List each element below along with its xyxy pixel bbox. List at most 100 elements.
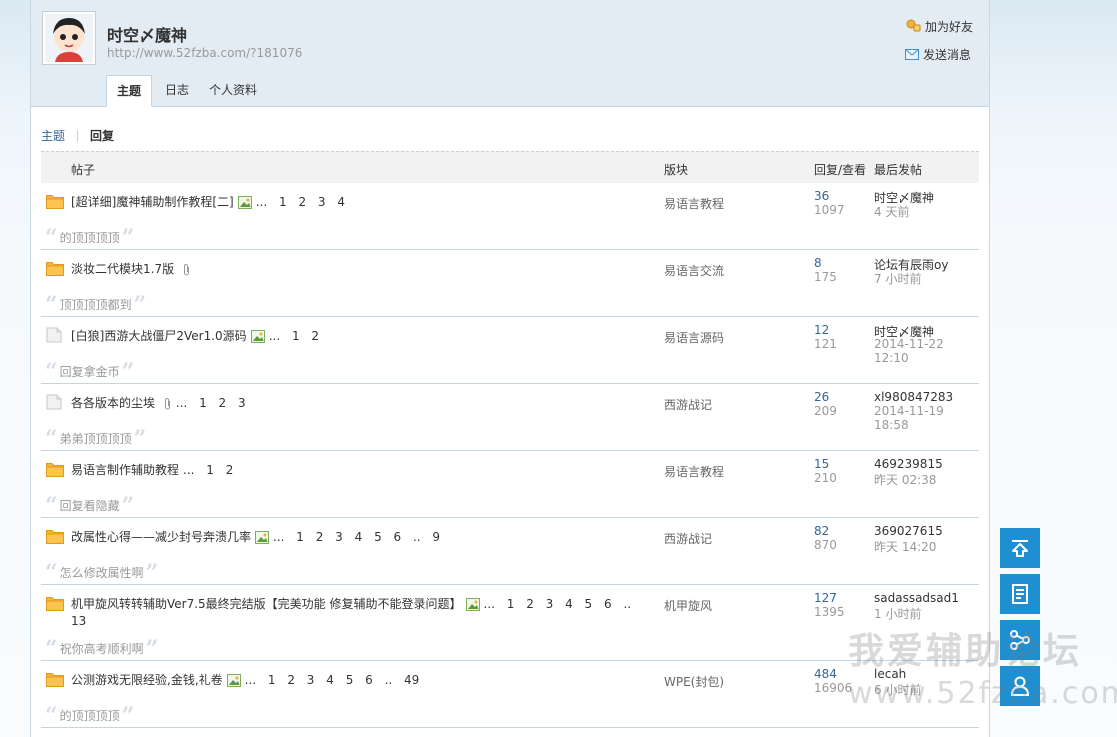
table-row: 各各版本的尘埃 ... 1 2 3 西游战记 26 209 xl980847283 201… <box>41 384 979 451</box>
thread-replies[interactable]: 82 <box>814 524 829 538</box>
add-friend-button[interactable]: 加为好友 <box>905 16 973 36</box>
open-quote-icon: “ <box>45 425 58 452</box>
thread-pages[interactable]: ... 1 2 3 <box>176 396 246 410</box>
image-attachment-icon <box>255 531 270 544</box>
thread-pages[interactable]: ... 1 2 3 4 <box>256 195 345 209</box>
thread-title-cell[interactable]: 各各版本的尘埃 ... 1 2 3 <box>71 395 641 412</box>
reply-quote: “回复拿金币” <box>45 358 135 385</box>
header-forum: 版块 <box>664 163 689 177</box>
reply-quote-text: 祝你高考顺利啊 <box>59 642 144 656</box>
folder-icon <box>46 597 64 611</box>
thread-replies[interactable]: 127 <box>814 591 837 605</box>
watermark-title: 我爱辅助论坛 <box>848 631 1083 672</box>
reply-quote-text: 的顶顶顶顶 <box>59 709 120 723</box>
thread-forum[interactable]: 易语言教程 <box>664 195 724 212</box>
thread-last-user[interactable]: 469239815 <box>874 457 943 471</box>
thread-forum[interactable]: 易语言源码 <box>664 329 724 346</box>
avatar[interactable] <box>42 11 96 65</box>
thread-forum[interactable]: 易语言教程 <box>664 463 724 480</box>
header-post: 帖子 <box>71 163 96 177</box>
thread-title[interactable]: [超详细]魔神辅助制作教程[二] <box>71 195 234 209</box>
image-attachment-icon <box>237 196 252 209</box>
subnav-replies-link[interactable]: 回复 <box>90 127 114 144</box>
add-friend-label: 加为好友 <box>924 19 973 34</box>
image-attachment-icon <box>226 674 241 687</box>
thread-last-user[interactable]: sadassadsad1 <box>874 591 959 605</box>
reply-quote: “回复看隐藏” <box>45 492 134 519</box>
reply-quote: “弟弟顶顶顶顶” <box>45 425 147 452</box>
open-quote-icon: “ <box>45 291 58 318</box>
thread-title-cell[interactable]: [白狼]西游大战僵尸2Ver1.0源码 ... 1 2 <box>71 328 641 345</box>
thread-title[interactable]: 淡妆二代模块1.7版 <box>71 262 174 276</box>
close-quote-icon: ” <box>133 291 147 318</box>
thread-pages[interactable]: ... 1 2 3 4 5 6 .. 49 <box>245 673 420 687</box>
close-quote-icon: ” <box>133 425 147 452</box>
thread-forum[interactable]: 机甲旋风 <box>664 597 712 614</box>
folder-icon <box>46 673 64 687</box>
reply-quote: “祝你高考顺利啊” <box>45 638 158 660</box>
image-attachment-icon <box>465 598 480 611</box>
thread-title-cell[interactable]: 易语言制作辅助教程 ... 1 2 <box>71 462 641 479</box>
thread-status-icon <box>46 327 64 346</box>
table-row: 改属性心得——减少封号奔溃几率 ... 1 2 3 4 5 6 .. 9 西游战记 8… <box>41 518 979 585</box>
tab-topics[interactable]: 主题 <box>106 75 153 107</box>
thread-title-cell[interactable]: [超详细]魔神辅助制作教程[二] ... 1 2 3 4 <box>71 194 641 211</box>
thread-title[interactable]: [白狼]西游大战僵尸2Ver1.0源码 <box>71 329 247 343</box>
thread-replies[interactable]: 484 <box>814 667 837 681</box>
thread-forum[interactable]: WPE(封包) <box>664 673 724 690</box>
folder-icon <box>46 262 64 276</box>
thread-pages[interactable]: ... 1 2 <box>269 329 319 343</box>
thread-forum[interactable]: 西游战记 <box>664 530 712 547</box>
thread-status-icon <box>46 193 64 212</box>
thread-title-cell[interactable]: 公测游戏无限经验,金钱,礼卷 ... 1 2 3 4 5 6 .. 49 <box>71 672 641 689</box>
open-quote-icon: “ <box>45 492 58 519</box>
profile-tabs: 主题 日志 个人资料 <box>106 75 267 107</box>
open-quote-icon: “ <box>45 559 58 586</box>
document-button[interactable] <box>1000 574 1040 614</box>
add-friend-icon <box>906 19 921 32</box>
thread-forum[interactable]: 西游战记 <box>664 396 712 413</box>
image-attachment-icon <box>250 330 265 343</box>
thread-forum[interactable]: 易语言交流 <box>664 262 724 279</box>
thread-replies[interactable]: 36 <box>814 189 829 203</box>
close-quote-icon: ” <box>121 358 135 385</box>
user-url[interactable]: http://www.52fzba.com/?181076 <box>107 46 302 60</box>
reply-quote-text: 怎么修改属性啊 <box>59 566 144 580</box>
back-to-top-button[interactable] <box>1000 528 1040 568</box>
thread-title[interactable]: 改属性心得——减少封号奔溃几率 <box>71 530 251 544</box>
thread-last-user[interactable]: xl980847283 <box>874 390 953 404</box>
reply-quote: “的顶顶顶顶” <box>45 224 134 251</box>
thread-pages[interactable]: ... 1 2 3 4 5 6 .. 9 <box>273 530 440 544</box>
open-quote-icon: “ <box>45 224 58 251</box>
thread-replies[interactable]: 8 <box>814 256 822 270</box>
thread-title-cell[interactable]: 机甲旋风转转辅助Ver7.5最终完结版【完美功能 修复辅助不能登录问题】... … <box>71 596 641 630</box>
thread-replies[interactable]: 15 <box>814 457 829 471</box>
username: 时空〆魔神 <box>107 26 188 45</box>
reply-quote: “顶顶顶顶都到” <box>45 291 147 318</box>
open-quote-icon: “ <box>45 702 58 729</box>
thread-title[interactable]: 各各版本的尘埃 <box>71 396 155 410</box>
thread-replies[interactable]: 12 <box>814 323 829 337</box>
folder-icon <box>46 530 64 544</box>
tab-profile[interactable]: 个人资料 <box>199 75 267 107</box>
thread-replies[interactable]: 26 <box>814 390 829 404</box>
thread-status-icon <box>46 260 64 279</box>
thread-pages[interactable]: ... 1 2 <box>183 463 233 477</box>
thread-list: [超详细]魔神辅助制作教程[二]... 1 2 3 4 易语言教程 36 1097 时空… <box>41 183 979 728</box>
thread-last-time: 7 小时前 <box>874 272 922 286</box>
tab-blog[interactable]: 日志 <box>155 75 199 107</box>
thread-status-icon <box>46 394 64 413</box>
read-thread-icon <box>46 394 62 410</box>
thread-last-time: 昨天 14:20 <box>874 540 937 554</box>
subnav-topics-link[interactable]: 主题 <box>41 127 65 144</box>
thread-status-icon <box>46 461 64 480</box>
thread-title-cell[interactable]: 改属性心得——减少封号奔溃几率 ... 1 2 3 4 5 6 .. 9 <box>71 529 641 546</box>
thread-views: 1097 <box>814 203 845 217</box>
thread-title-cell[interactable]: 淡妆二代模块1.7版 <box>71 261 641 278</box>
thread-views: 16906 <box>814 681 853 695</box>
send-message-button[interactable]: 发送消息 <box>904 44 973 64</box>
thread-title[interactable]: 公测游戏无限经验,金钱,礼卷 <box>71 673 223 687</box>
thread-last-user[interactable]: 369027615 <box>874 524 943 538</box>
thread-title[interactable]: 机甲旋风转转辅助Ver7.5最终完结版【完美功能 修复辅助不能登录问题】 <box>71 597 462 611</box>
thread-title[interactable]: 易语言制作辅助教程 <box>71 463 179 477</box>
